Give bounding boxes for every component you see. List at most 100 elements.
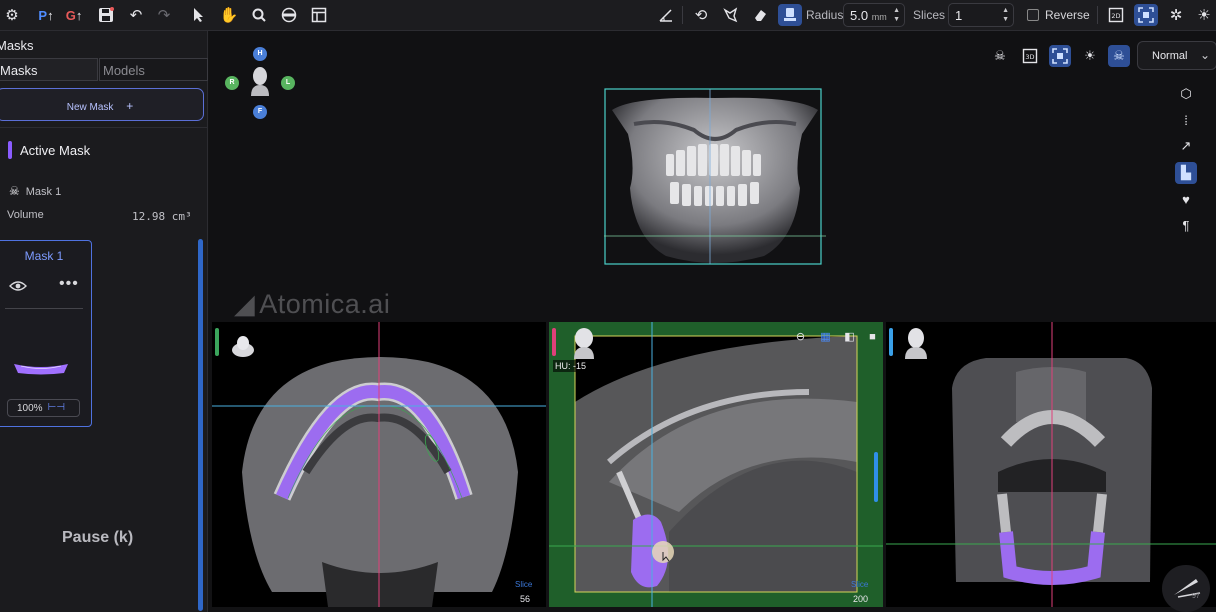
orient-bottom-button[interactable]: F [253,105,267,119]
render-mode-select[interactable]: Normal ⌄ [1137,41,1216,70]
layout-grid-icon[interactable]: ▦ [819,331,832,344]
top-toolbar: ⚙ P ↑ G ↑ ↶ ↷ ✋ ⟲ Radius 5.0 mm ▲ ▼ Slices … [0,0,1216,31]
pan-hand-icon[interactable]: ✋ [217,4,241,26]
watermark-text: Atomica.ai [259,289,391,319]
reverse-checkbox[interactable] [1027,9,1039,21]
fit-view-icon[interactable] [1134,4,1158,26]
maximize-icon[interactable]: ■ [866,331,879,344]
tab-models[interactable]: Models [99,58,208,81]
view-2d-icon[interactable]: 2D [1104,4,1128,26]
view-3d[interactable]: H R L F ☠ 3D ☀ ☠ Normal ⌄ ⬡ ⁞ ↗ ▙ ♥ ¶ ◢ … [209,31,1216,322]
active-mask-color-bar [8,141,12,159]
brightness-icon[interactable]: ☀ [1192,4,1216,26]
skull-icon: ☠ [9,184,20,198]
view-color-indicator [889,328,893,356]
pointer-icon[interactable] [187,4,211,26]
orientation-widget[interactable]: H R L F [225,46,299,119]
volume-rendering [604,88,826,265]
slices-label: Slices [913,8,946,22]
text-tool-icon[interactable]: ¶ [1175,214,1197,236]
axial-image [212,322,546,607]
active-mask-name-text: Mask 1 [25,186,62,198]
slice-scrollbar[interactable] [874,452,878,502]
svg-text:3D: 3D [1025,53,1034,61]
implant-icon[interactable]: ⁞ [1175,109,1197,131]
brightness-3d-icon[interactable]: ☀ [1079,45,1101,67]
toolbar-divider [1097,6,1098,24]
sagittal-view[interactable]: HU: -15 ⊖ ▦ ◧ ■ Slice 200 [549,322,883,607]
orient-left-button[interactable]: R [225,76,239,90]
slices-input[interactable]: 1 ▲ ▼ [948,3,1014,27]
contrast-icon[interactable]: ◧ [843,331,856,344]
redo-icon[interactable]: ↷ [152,4,176,26]
volume-label: Volume [7,209,44,221]
hu-readout: HU: -15 [553,360,589,372]
opacity-slider-icon[interactable]: ⊢⊣ [48,402,65,413]
toolbar-divider [682,6,683,24]
orient-right-button[interactable]: L [281,76,295,90]
mask-card[interactable]: Mask 1 ••• 100% ⊢⊣ [0,240,92,427]
radius-label: Radius [806,8,844,22]
corner-number: 97 [1192,593,1200,600]
eraser-icon[interactable] [748,4,772,26]
plugin-pt-icon[interactable]: P ↑ [34,4,58,26]
head-side-view-icon [574,328,594,359]
slice-label: Slice [515,580,533,589]
volume-value: 12.98 cm³ [132,210,192,223]
head-top-view-icon [232,336,254,357]
view-color-indicator [215,328,219,356]
svg-text:2D: 2D [1111,12,1120,20]
skull-view-icon[interactable]: ☠ [989,45,1011,67]
rotate-tool-icon[interactable]: ⟲ [689,4,713,26]
brand-corner-logo: 97 [1162,565,1210,612]
crosshair-settings-icon[interactable]: ✲ [1164,4,1188,26]
more-options-icon[interactable]: ••• [59,275,79,293]
masks-panel: Masks Masks Models New Mask + Active Mas… [0,31,208,612]
opacity-control[interactable]: 100% ⊢⊣ [7,399,80,417]
cube-icon[interactable]: ⬡ [1175,83,1197,105]
brand-watermark: ◢ Atomica.ai [234,289,391,319]
view-3d-icon[interactable]: 3D [1019,45,1041,67]
chevron-down-icon: ⌄ [1199,48,1210,62]
tooth-icon[interactable]: ♥ [1175,188,1197,210]
active-mask-name: ☠ Mask 1 [9,184,61,198]
brush-icon[interactable] [778,4,802,26]
zoom-icon[interactable] [247,4,271,26]
layout-icon[interactable] [307,4,331,26]
orient-top-button[interactable]: H [253,47,267,61]
plus-icon: + [126,99,134,113]
slices-value: 1 [955,8,963,23]
reset-slice-icon[interactable]: ⊖ [794,331,807,344]
plugin-g-icon[interactable]: G ↑ [62,4,86,26]
head-orientation-icon [251,67,269,96]
view-color-indicator [552,328,556,356]
divider [5,308,83,309]
save-icon[interactable] [94,4,118,26]
axial-view[interactable]: Slice 56 [212,322,546,607]
settings-gear-icon[interactable]: ⚙ [0,4,24,26]
mask-card-title: Mask 1 [24,249,64,263]
lasso-icon[interactable] [719,4,743,26]
slice-number: 200 [853,594,869,604]
radius-unit: mm [871,12,887,22]
slices-stepper-icon[interactable]: ▲ ▼ [1002,6,1009,24]
panel-scrollbar[interactable] [198,239,203,611]
measure-angle-icon[interactable] [654,4,678,26]
eye-icon[interactable] [9,279,27,295]
reset-view-icon[interactable] [277,4,301,26]
render-preset-icon[interactable]: ☠ [1108,45,1130,67]
head-front-view-icon [905,328,927,359]
new-mask-button[interactable]: New Mask + [0,88,204,121]
nerve-tool-icon[interactable]: ↗ [1175,135,1197,157]
fit-3d-icon[interactable] [1049,45,1071,67]
undo-icon[interactable]: ↶ [124,4,148,26]
radius-input[interactable]: 5.0 mm ▲ ▼ [843,3,905,27]
slice-number: 56 [520,594,531,604]
tab-masks[interactable]: Masks [0,58,98,81]
panel-tabs: Masks Models [0,58,208,81]
panel-title: Masks [0,38,34,53]
pause-hint: Pause (k) [62,529,134,546]
radius-stepper-icon[interactable]: ▲ ▼ [893,6,900,24]
atomica-logo-icon [1174,579,1201,598]
arch-tool-icon[interactable]: ▙ [1175,162,1197,184]
